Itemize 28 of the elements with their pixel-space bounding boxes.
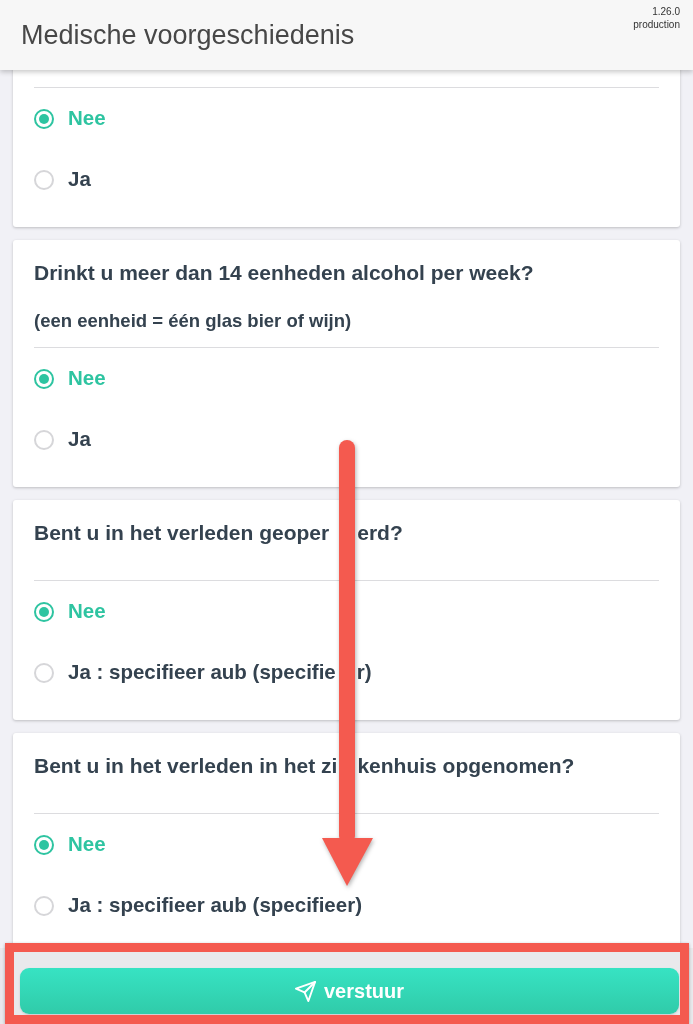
option-label: Ja : specifieer aub (specifieer) [68, 892, 362, 919]
submit-button[interactable]: verstuur [20, 968, 679, 1014]
question-text: kenhuis opgenomen? [357, 753, 575, 779]
version-label: 1.26.0 [651, 5, 680, 18]
option-label: Ja : specifieer aub (specifie [68, 659, 336, 686]
question-text: Drinkt u meer dan 14 eenheden alcohol per week? [34, 260, 534, 286]
radio-button[interactable] [34, 601, 54, 622]
radio-button[interactable] [34, 169, 54, 190]
option-label: Ja [68, 166, 91, 193]
option-label: Ja [68, 426, 91, 453]
question-note: (een eenheid = één glas bier of wijn) [34, 310, 353, 332]
radio-button[interactable] [34, 429, 54, 450]
option-label: Nee [68, 105, 106, 132]
option-label: r) [356, 659, 372, 686]
environment-label: production [633, 18, 680, 31]
question-text: Bent u in het verleden geoper [34, 520, 330, 546]
radio-button[interactable] [34, 895, 54, 916]
paper-plane-icon [295, 980, 316, 1002]
radio-button[interactable] [34, 662, 54, 683]
question-text: erd? [357, 520, 403, 546]
radio-button[interactable] [34, 108, 54, 129]
option-label: Nee [68, 831, 106, 858]
page-title: Medische voorgeschiedenis [20, 22, 355, 52]
option-label: Nee [68, 365, 106, 392]
option-label: Nee [68, 598, 106, 625]
radio-button[interactable] [34, 834, 54, 855]
radio-button[interactable] [34, 368, 54, 389]
question-text: Bent u in het verleden in het zi [34, 753, 338, 779]
